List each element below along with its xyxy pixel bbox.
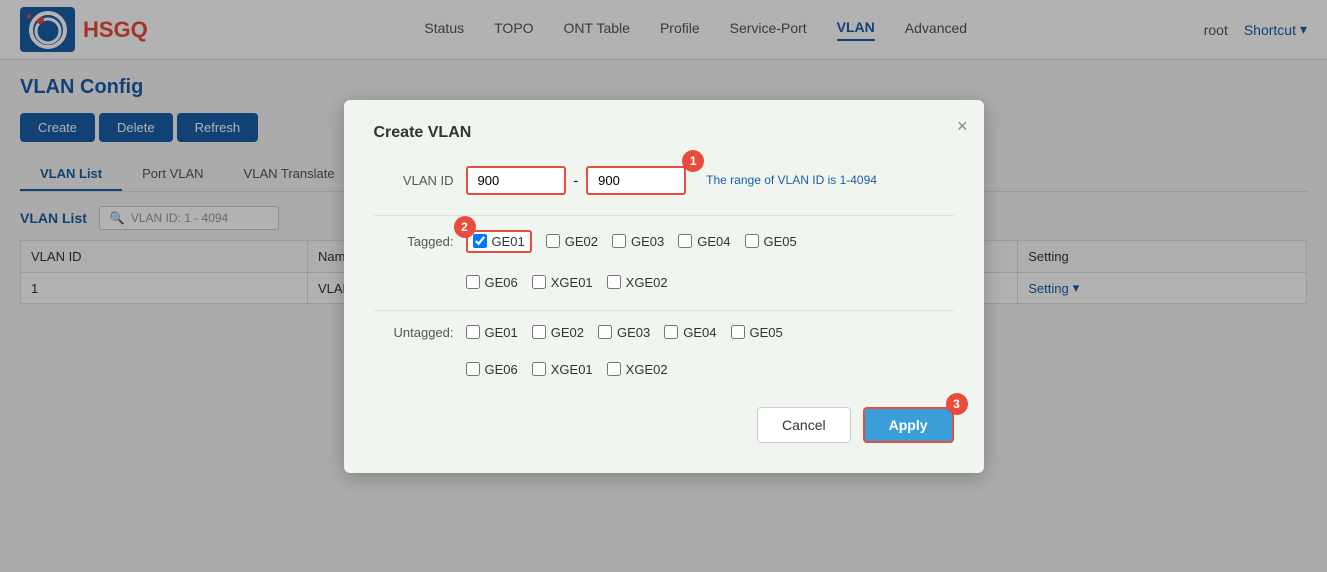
apply-button-wrapper: Apply 3 — [863, 407, 954, 443]
tagged-xge01-checkbox[interactable] — [532, 275, 546, 289]
untagged-xge02-item[interactable]: XGE02 — [607, 362, 668, 377]
untagged-ge05-item[interactable]: GE05 — [731, 325, 783, 340]
tagged-ge06-item[interactable]: GE06 — [466, 275, 518, 290]
untagged-row: Untagged: GE01 GE02 GE03 GE04 — [374, 325, 954, 377]
untagged-ge01-checkbox[interactable] — [466, 325, 480, 339]
untagged-xge01-item[interactable]: XGE01 — [532, 362, 593, 377]
apply-button[interactable]: Apply — [863, 407, 954, 443]
untagged-ge03-checkbox[interactable] — [598, 325, 612, 339]
untagged-ge03-item[interactable]: GE03 — [598, 325, 650, 340]
tagged-ge05-checkbox[interactable] — [745, 234, 759, 248]
tagged-ge01-label: GE01 — [492, 234, 525, 249]
step-badge-3: 3 — [946, 393, 968, 415]
untagged-row2: GE06 XGE01 XGE02 — [466, 362, 954, 377]
vlan-id-label: VLAN ID — [374, 173, 454, 188]
untagged-ge01-label: GE01 — [485, 325, 518, 340]
vlan-id-separator: - — [574, 172, 579, 188]
untagged-ge05-checkbox[interactable] — [731, 325, 745, 339]
tagged-ge01-item[interactable]: GE01 2 — [466, 230, 532, 253]
vlan-id-end-input[interactable] — [586, 166, 686, 195]
untagged-ge04-checkbox[interactable] — [664, 325, 678, 339]
untagged-ge05-label: GE05 — [750, 325, 783, 340]
step-badge-2: 2 — [454, 216, 476, 238]
vlan-id-row: VLAN ID - 1 The range of VLAN ID is 1-40… — [374, 166, 954, 195]
untagged-ge06-checkbox[interactable] — [466, 362, 480, 376]
tagged-xge01-item[interactable]: XGE01 — [532, 275, 593, 290]
untagged-ge04-label: GE04 — [683, 325, 716, 340]
tagged-ge05-item[interactable]: GE05 — [745, 234, 797, 249]
range-hint: The range of VLAN ID is 1-4094 — [706, 173, 877, 187]
untagged-ge02-item[interactable]: GE02 — [532, 325, 584, 340]
untagged-ge01-item[interactable]: GE01 — [466, 325, 518, 340]
tagged-ge01-checkbox[interactable] — [473, 234, 487, 248]
tagged-ge03-item[interactable]: GE03 — [612, 234, 664, 249]
untagged-ge02-checkbox[interactable] — [532, 325, 546, 339]
tagged-checkbox-group: GE01 2 GE02 GE03 GE04 G — [466, 230, 797, 253]
untagged-xge02-checkbox[interactable] — [607, 362, 621, 376]
untagged-xge02-label: XGE02 — [626, 362, 668, 377]
modal-overlay: Create VLAN × VLAN ID - 1 The range of V… — [0, 0, 1327, 572]
untagged-ge04-item[interactable]: GE04 — [664, 325, 716, 340]
tagged-ge03-checkbox[interactable] — [612, 234, 626, 248]
modal-buttons: Cancel Apply 3 — [374, 407, 954, 443]
tagged-row: Tagged: GE01 2 GE02 GE03 — [374, 230, 954, 290]
cancel-button[interactable]: Cancel — [757, 407, 851, 443]
tagged-xge01-label: XGE01 — [551, 275, 593, 290]
tagged-ge06-label: GE06 — [485, 275, 518, 290]
tagged-row2: GE06 XGE01 XGE02 — [466, 275, 954, 290]
untagged-xge01-checkbox[interactable] — [532, 362, 546, 376]
modal-close-button[interactable]: × — [957, 116, 968, 137]
create-vlan-modal: Create VLAN × VLAN ID - 1 The range of V… — [344, 100, 984, 473]
vlan-id-group: - 1 — [466, 166, 687, 195]
untagged-ge06-label: GE06 — [485, 362, 518, 377]
tagged-ge05-label: GE05 — [764, 234, 797, 249]
untagged-label: Untagged: — [374, 325, 454, 340]
tagged-ge02-item[interactable]: GE02 — [546, 234, 598, 249]
vlan-id-start-input[interactable] — [466, 166, 566, 195]
untagged-ge03-label: GE03 — [617, 325, 650, 340]
tagged-ge06-checkbox[interactable] — [466, 275, 480, 289]
untagged-ge06-item[interactable]: GE06 — [466, 362, 518, 377]
tagged-label: Tagged: — [374, 234, 454, 249]
tagged-ge02-label: GE02 — [565, 234, 598, 249]
tagged-ge04-item[interactable]: GE04 — [678, 234, 730, 249]
modal-title: Create VLAN — [374, 124, 954, 142]
tagged-ge02-checkbox[interactable] — [546, 234, 560, 248]
untagged-ge02-label: GE02 — [551, 325, 584, 340]
untagged-xge01-label: XGE01 — [551, 362, 593, 377]
tagged-ge04-checkbox[interactable] — [678, 234, 692, 248]
tagged-ge04-label: GE04 — [697, 234, 730, 249]
tagged-ge03-label: GE03 — [631, 234, 664, 249]
untagged-checkbox-group: GE01 GE02 GE03 GE04 GE05 — [466, 325, 783, 340]
step-badge-1: 1 — [682, 150, 704, 172]
tagged-xge02-item[interactable]: XGE02 — [607, 275, 668, 290]
tagged-xge02-checkbox[interactable] — [607, 275, 621, 289]
tagged-xge02-label: XGE02 — [626, 275, 668, 290]
